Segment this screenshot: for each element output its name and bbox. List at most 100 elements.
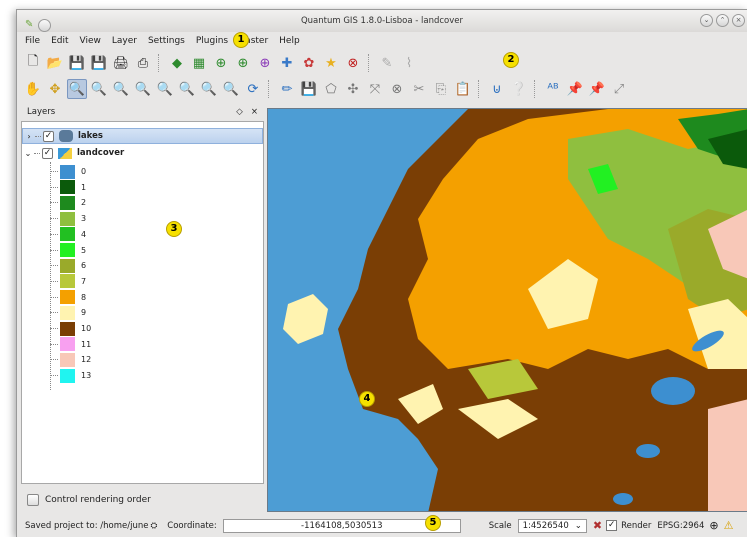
landcover-map (283, 109, 747, 511)
zoom-in-icon[interactable]: 🔍 (67, 79, 87, 99)
legend-item: 12 (50, 352, 91, 367)
move-label-icon[interactable]: ⤢ (609, 79, 629, 99)
save-project-icon[interactable]: 💾 (67, 53, 87, 73)
warning-icon[interactable]: ⚠ (724, 519, 734, 532)
maximize-button[interactable]: ⌃ (716, 14, 729, 27)
add-wms-layer-icon[interactable]: ✚ (277, 53, 297, 73)
node-tool-icon[interactable]: ⤧ (365, 79, 385, 99)
expand-arrow-icon[interactable]: › (23, 132, 35, 141)
zoom-last-icon[interactable]: 🔍 (199, 79, 219, 99)
add-wcs-layer-icon[interactable]: ✿ (299, 53, 319, 73)
add-postgis-layer-icon[interactable]: ⊕ (211, 53, 231, 73)
zoom-to-selection-icon[interactable]: 🔍 (155, 79, 175, 99)
advanced-digitizing-icon[interactable]: ⌇ (399, 53, 419, 73)
identify-icon[interactable]: ❔ (509, 79, 529, 99)
add-vector-layer-icon[interactable]: ◆ (167, 53, 187, 73)
toolbar-separator (368, 54, 372, 72)
add-mssql-layer-icon[interactable]: ⊕ (255, 53, 275, 73)
control-rendering-order-checkbox[interactable] (27, 494, 39, 506)
close-button[interactable]: × (732, 14, 745, 27)
zoom-actual-size-icon[interactable]: 🔍 (111, 79, 131, 99)
close-panel-icon[interactable]: × (251, 107, 258, 117)
tree-connector (50, 249, 58, 251)
remove-layer-icon[interactable]: ⊗ (343, 53, 363, 73)
show-hide-labels-icon[interactable]: 📌 (587, 79, 607, 99)
map-canvas[interactable] (267, 108, 747, 512)
layer-item-lakes[interactable]: › ✓ lakes (22, 128, 263, 144)
label-icon[interactable]: ᴬᴮ (543, 79, 563, 99)
toggle-editing-icon[interactable]: ✏ (277, 79, 297, 99)
epsg-label[interactable]: EPSG:2964 (657, 521, 704, 531)
tree-connector (50, 171, 58, 172)
add-raster-layer-icon[interactable]: ▦ (189, 53, 209, 73)
tree-connector (50, 162, 51, 390)
legend-label: 5 (81, 245, 87, 255)
minimize-button[interactable]: ⌄ (700, 14, 713, 27)
legend-item: 3 (50, 211, 86, 226)
zoom-to-layer-icon[interactable]: 🔍 (177, 79, 197, 99)
legend-color-swatch (60, 290, 75, 305)
legend-color-swatch (60, 305, 75, 320)
toggle-extents-icon[interactable]: ⛭ (150, 521, 157, 531)
callout-3: 3 (166, 221, 182, 237)
saved-status-text: Saved project to: /home/june (25, 520, 149, 531)
menu-plugins[interactable]: Plugins (196, 36, 228, 46)
scale-label: Scale (488, 520, 512, 531)
copy-features-icon[interactable]: ⎘ (431, 79, 451, 99)
delete-selected-icon[interactable]: ⊗ (387, 79, 407, 99)
window-menu-button[interactable] (38, 18, 52, 32)
menu-view[interactable]: View (80, 36, 101, 46)
pan-to-selection-icon[interactable]: ✥ (45, 79, 65, 99)
zoom-out-icon[interactable]: 🔍 (89, 79, 109, 99)
paste-features-icon[interactable]: 📋 (453, 79, 473, 99)
select-features-icon[interactable]: ⊍ (487, 79, 507, 99)
window-title: Quantum GIS 1.8.0-Lisboa - landcover (300, 16, 464, 26)
digitizing-toggle-icon[interactable]: ✎ (377, 53, 397, 73)
legend-item: 4 (50, 227, 86, 242)
menu-layer[interactable]: Layer (112, 36, 137, 46)
legend-color-swatch (60, 180, 75, 195)
zoom-full-icon[interactable]: 🔍 (133, 79, 153, 99)
stop-render-icon[interactable]: ✖ (593, 519, 602, 532)
save-edits-icon[interactable]: 💾 (299, 79, 319, 99)
control-rendering-order[interactable]: Control rendering order (27, 494, 151, 506)
add-spatialite-layer-icon[interactable]: ⊕ (233, 53, 253, 73)
menu-help[interactable]: Help (279, 36, 300, 46)
render-checkbox[interactable]: ✓ (606, 520, 618, 531)
cut-features-icon[interactable]: ✂ (409, 79, 429, 99)
menu-settings[interactable]: Settings (148, 36, 185, 46)
pin-labels-icon[interactable]: 📌 (565, 79, 585, 99)
legend-color-swatch (60, 258, 75, 273)
projection-icon[interactable]: ⊕ (709, 519, 718, 532)
layer-item-landcover[interactable]: ⌄ ✓ landcover (22, 145, 263, 161)
scale-combobox[interactable]: 1:4526540 ⌄ (517, 518, 587, 533)
open-project-icon[interactable]: 📂 (45, 53, 65, 73)
menu-file[interactable]: File (25, 36, 40, 46)
save-as-icon[interactable]: 💾 (89, 53, 109, 73)
pan-icon[interactable]: ✋ (23, 79, 43, 99)
new-shapefile-icon[interactable]: ★ (321, 53, 341, 73)
collapse-arrow-icon[interactable]: ⌄ (22, 149, 34, 158)
layers-panel: Layers ◇ × › ✓ lakes ⌄ ✓ landcover 0 1 2… (21, 105, 264, 511)
legend-item: 10 (50, 321, 91, 336)
refresh-icon[interactable]: ⟳ (243, 79, 263, 99)
zoom-next-icon[interactable]: 🔍 (221, 79, 241, 99)
tree-connector (50, 328, 58, 329)
legend-label: 9 (81, 308, 87, 318)
new-project-icon[interactable]: 🗋 (23, 53, 43, 73)
status-bar: Saved project to: /home/june ⛭ Coordinat… (17, 513, 747, 537)
layers-panel-header: Layers ◇ × (21, 105, 264, 119)
layer-visibility-checkbox[interactable]: ✓ (42, 147, 53, 159)
new-print-composer-icon[interactable]: 🖨 (111, 53, 131, 73)
menu-edit[interactable]: Edit (51, 36, 68, 46)
layer-visibility-checkbox[interactable]: ✓ (43, 130, 54, 142)
print-icon[interactable]: ⎙ (133, 53, 153, 73)
legend-color-swatch (60, 164, 75, 179)
add-feature-icon[interactable]: ⬠ (321, 79, 341, 99)
legend-item: 2 (50, 195, 86, 210)
float-panel-icon[interactable]: ◇ (236, 107, 243, 117)
move-feature-icon[interactable]: ✣ (343, 79, 363, 99)
callout-5: 5 (425, 515, 441, 531)
legend-item: 5 (50, 243, 87, 258)
tree-connector (50, 312, 58, 314)
